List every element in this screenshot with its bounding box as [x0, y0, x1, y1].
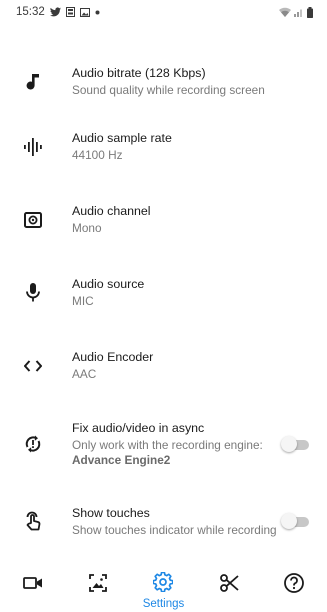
setting-title: Audio sample rate [72, 131, 172, 145]
dot-icon [95, 10, 100, 15]
code-brackets-icon [22, 355, 44, 377]
setting-audio-sample-rate[interactable]: Audio sample rate 44100 Hz [0, 110, 327, 183]
nav-help[interactable] [269, 572, 319, 599]
toggle-knob [281, 513, 297, 529]
setting-subtitle: Only work with the recording engine: Adv… [72, 438, 307, 468]
nav-settings-label: Settings [142, 598, 185, 610]
setting-title: Audio source [72, 277, 145, 291]
show-touches-toggle[interactable] [281, 513, 309, 529]
scissors-icon [218, 572, 240, 599]
nav-gallery[interactable] [73, 572, 123, 599]
setting-subtitle: Mono [72, 221, 102, 235]
setting-subtitle: 44100 Hz [72, 148, 123, 162]
setting-audio-encoder[interactable]: Audio Encoder AAC [0, 329, 327, 402]
setting-subtitle: AAC [72, 367, 97, 381]
nav-settings[interactable]: Settings [138, 571, 188, 610]
nav-record[interactable] [8, 572, 58, 599]
battery-icon [307, 6, 313, 18]
music-note-icon [22, 70, 44, 92]
waveform-icon [22, 136, 44, 158]
settings-list: Audio bitrate (128 Kbps) Sound quality w… [0, 52, 327, 556]
setting-subtitle-engine: Advance Engine2 [72, 453, 171, 467]
sync-icon [22, 433, 44, 455]
signal-icon [294, 7, 304, 17]
status-time: 15:32 [16, 6, 45, 18]
setting-title: Audio channel [72, 204, 151, 218]
video-camera-icon [22, 572, 44, 599]
setting-show-touches[interactable]: Show touches Show touches indicator whil… [0, 486, 327, 556]
setting-subtitle: MIC [72, 294, 94, 308]
setting-subtitle: Show touches indicator while recording [72, 522, 277, 537]
gallery-icon [79, 7, 90, 17]
setting-subtitle-text: Only work with the recording engine: [72, 438, 263, 452]
setting-title: Show touches [72, 505, 150, 520]
bottom-nav: Settings [0, 562, 327, 612]
help-icon [283, 572, 305, 599]
fix-async-toggle[interactable] [281, 436, 309, 452]
speaker-channel-icon [22, 209, 44, 231]
image-icon [87, 572, 109, 599]
setting-title: Audio Encoder [72, 350, 154, 364]
nav-edit[interactable] [204, 572, 254, 599]
sim-icon [65, 7, 75, 17]
toggle-knob [281, 436, 297, 452]
setting-audio-channel[interactable]: Audio channel Mono [0, 183, 327, 256]
setting-title: Audio bitrate (128 Kbps) [72, 65, 206, 80]
microphone-icon [22, 282, 44, 304]
setting-audio-bitrate[interactable]: Audio bitrate (128 Kbps) Sound quality w… [0, 52, 327, 110]
status-bar: 15:32 [0, 0, 327, 24]
touch-icon [22, 510, 44, 532]
wifi-icon [279, 7, 291, 17]
setting-title: Fix audio/video in async [72, 421, 205, 435]
settings-gear-icon [152, 571, 175, 597]
setting-audio-source[interactable]: Audio source MIC [0, 256, 327, 329]
twitter-icon [49, 7, 61, 17]
setting-fix-av-async[interactable]: Fix audio/video in async Only work with … [0, 402, 327, 486]
setting-subtitle: Sound quality while recording screen [72, 82, 265, 97]
